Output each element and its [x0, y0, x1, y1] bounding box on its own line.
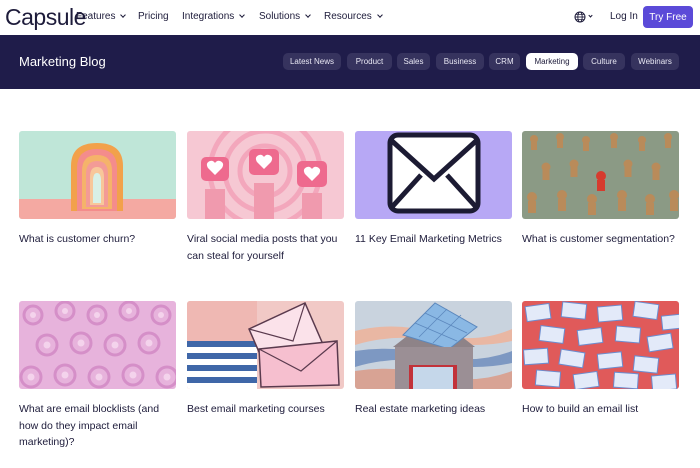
post-card[interactable]: Best email marketing courses — [187, 301, 344, 418]
nav-solutions[interactable]: Solutions — [259, 11, 311, 22]
arch-tunnel-image — [19, 131, 176, 219]
page-title: Marketing Blog — [19, 54, 106, 69]
post-title[interactable]: Best email marketing courses — [187, 401, 347, 418]
nav-pricing-label: Pricing — [138, 11, 169, 22]
post-title[interactable]: Real estate marketing ideas — [355, 401, 515, 418]
tab-crm[interactable]: CRM — [489, 53, 520, 70]
post-card[interactable]: Viral social media posts that you can st… — [187, 131, 344, 264]
chevron-down-icon — [239, 12, 246, 18]
globe-icon — [574, 11, 586, 23]
envelope-pattern-image — [522, 301, 679, 389]
tab-product[interactable]: Product — [347, 53, 392, 70]
heart-notifications-image — [187, 131, 344, 219]
post-title[interactable]: 11 Key Email Marketing Metrics — [355, 231, 515, 248]
post-title[interactable]: How to build an email list — [522, 401, 682, 418]
post-card[interactable]: 11 Key Email Marketing Metrics — [355, 131, 512, 248]
tab-webinars[interactable]: Webinars — [631, 53, 679, 70]
chevron-down-icon — [120, 12, 127, 18]
post-card[interactable]: How to build an email list — [522, 301, 679, 418]
nav-features[interactable]: Features — [76, 11, 127, 22]
tab-marketing[interactable]: Marketing — [526, 53, 578, 70]
logo[interactable]: Capsule — [5, 3, 86, 31]
post-card[interactable]: What is customer segmentation? — [522, 131, 679, 248]
chevron-down-icon — [376, 12, 383, 18]
chess-pawns-image — [522, 131, 679, 219]
post-card[interactable]: What are email blocklists (and how do th… — [19, 301, 176, 451]
top-navigation: Capsule Features Pricing Integrations So… — [0, 0, 700, 35]
post-title[interactable]: What is customer segmentation? — [522, 231, 682, 248]
nav-pricing[interactable]: Pricing — [138, 11, 169, 22]
tab-latest-news[interactable]: Latest News — [283, 53, 341, 70]
pink-envelopes-image — [187, 301, 344, 389]
house-painting-image — [355, 301, 512, 389]
login-link[interactable]: Log In — [610, 11, 638, 22]
chevron-down-icon — [588, 13, 593, 18]
nav-solutions-label: Solutions — [259, 11, 301, 22]
post-title[interactable]: Viral social media posts that you can st… — [187, 231, 347, 264]
nav-features-label: Features — [76, 11, 116, 22]
tab-business[interactable]: Business — [436, 53, 484, 70]
nav-integrations[interactable]: Integrations — [182, 11, 246, 22]
nav-resources-label: Resources — [324, 11, 372, 22]
post-title[interactable]: What are email blocklists (and how do th… — [19, 401, 179, 451]
chevron-down-icon — [305, 12, 311, 18]
tab-sales[interactable]: Sales — [397, 53, 430, 70]
blog-header: Marketing Blog Latest News Product Sales… — [0, 35, 700, 89]
language-selector[interactable] — [574, 10, 593, 24]
post-card[interactable]: What is customer churn? — [19, 131, 176, 248]
post-card[interactable]: Real estate marketing ideas — [355, 301, 512, 418]
nav-integrations-label: Integrations — [182, 11, 235, 22]
post-title[interactable]: What is customer churn? — [19, 231, 179, 248]
at-symbol-pattern-image — [19, 301, 176, 389]
envelope-icon-image — [355, 131, 512, 219]
tab-culture[interactable]: Culture — [583, 53, 625, 70]
try-free-button[interactable]: Try Free — [643, 6, 693, 28]
nav-resources[interactable]: Resources — [324, 11, 383, 22]
